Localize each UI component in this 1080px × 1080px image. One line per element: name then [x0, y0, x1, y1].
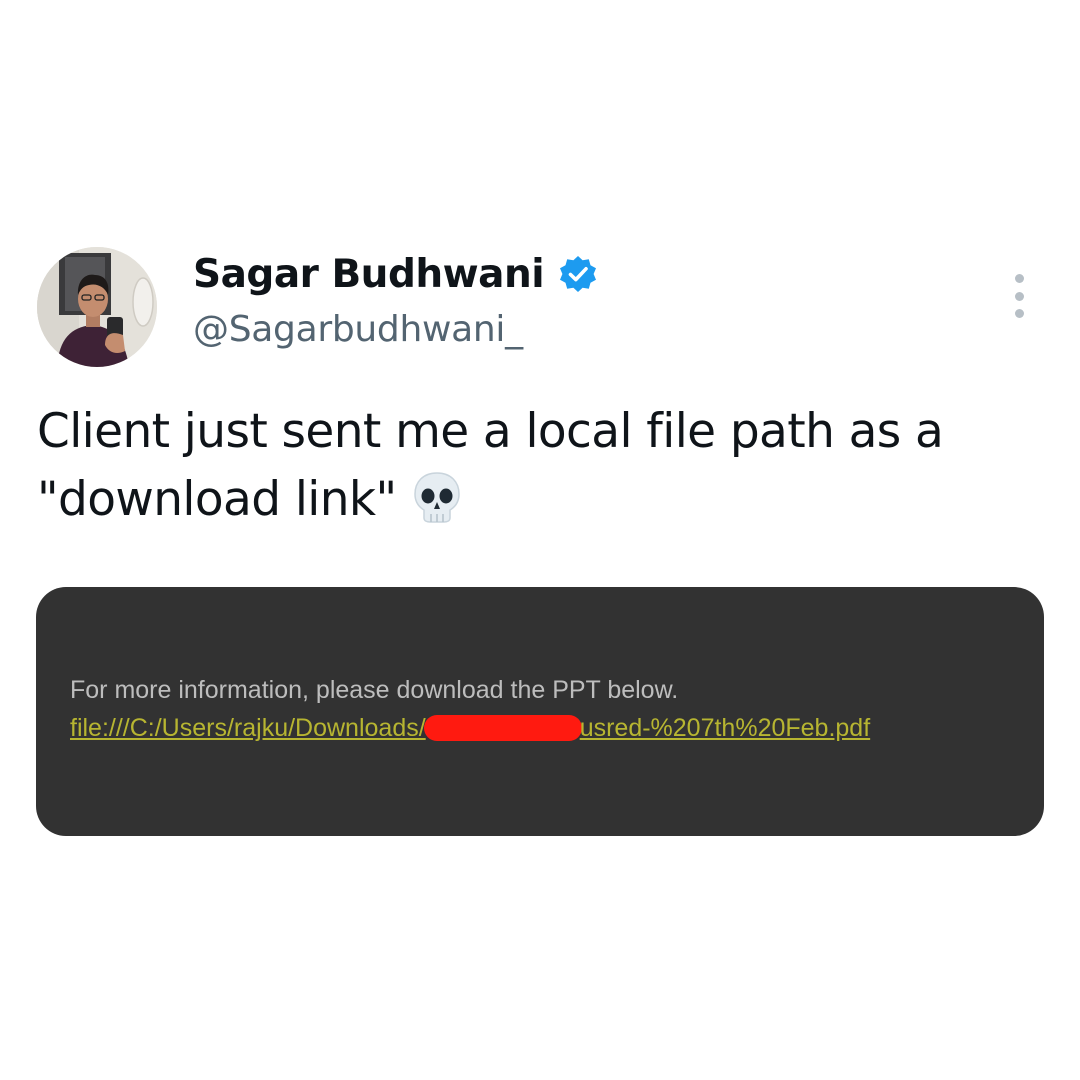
author-display-name[interactable]: Sagar Budhwani: [193, 252, 545, 297]
more-dot: [1014, 274, 1024, 283]
tweet-text: Client just sent me a local file path as…: [37, 404, 944, 527]
avatar[interactable]: [37, 247, 157, 367]
author-name-row[interactable]: Sagar Budhwani: [193, 252, 598, 297]
media-image[interactable]: For more information, please download th…: [36, 587, 1044, 836]
media-info-text: For more information, please download th…: [70, 676, 679, 704]
skull-icon: [409, 469, 465, 525]
tweet-card: Sagar Budhwani @Sagarbudhwani_ Client ju…: [0, 0, 1080, 1080]
more-dot: [1014, 309, 1024, 318]
author-handle[interactable]: @Sagarbudhwani_: [193, 309, 523, 350]
file-link-suffix: usred-%207th%20Feb.pdf: [579, 714, 871, 742]
tweet-text-container: Client just sent me a local file path as…: [37, 398, 1047, 534]
more-dot: [1014, 291, 1024, 301]
verified-badge-icon: [558, 255, 598, 295]
media-file-link[interactable]: file:///C:/Users/rajku/Downloads/usred-%…: [70, 714, 870, 743]
file-link-prefix: file:///C:/Users/rajku/Downloads/: [70, 714, 426, 742]
redaction-mark: [423, 715, 582, 741]
more-options-icon[interactable]: [1003, 274, 1035, 318]
